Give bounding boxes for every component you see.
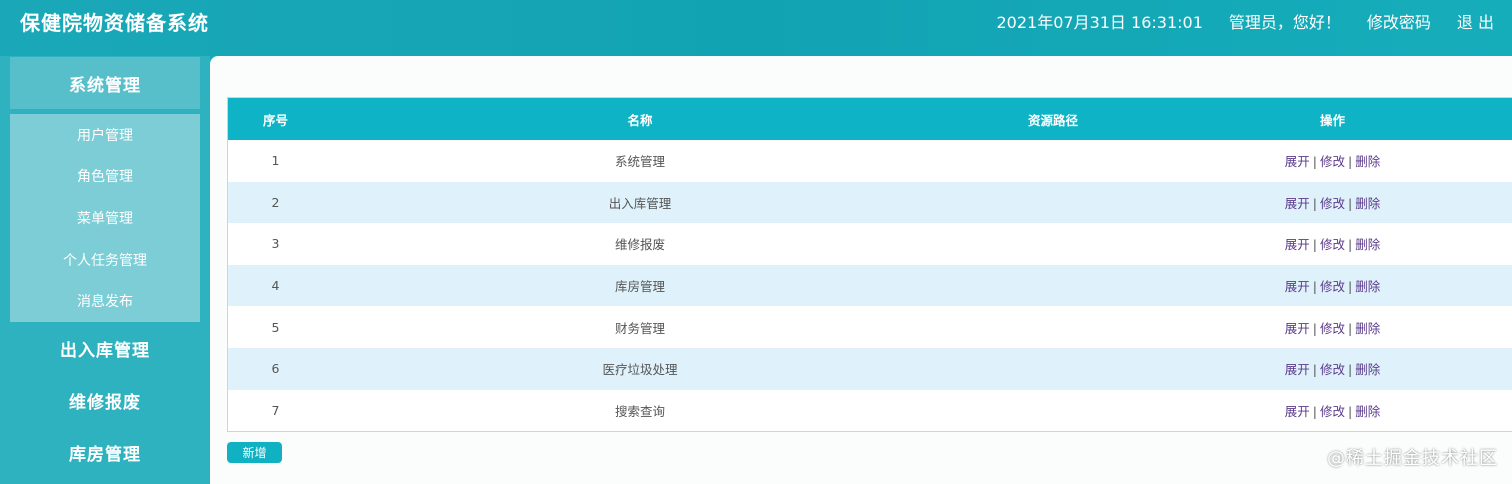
- delete-link[interactable]: 删除: [1355, 237, 1380, 252]
- delete-link[interactable]: 删除: [1355, 404, 1380, 419]
- row-path: [957, 265, 1149, 307]
- sidebar-item-roles[interactable]: 角色管理: [10, 156, 200, 198]
- table-row: 6 医疗垃圾处理 展开 | 修改 | 删除: [228, 347, 1512, 390]
- expand-link[interactable]: 展开: [1285, 362, 1310, 377]
- action-separator: |: [1348, 154, 1353, 170]
- row-name: 系统管理: [614, 154, 665, 170]
- table-row: 7 搜索查询 展开 | 修改 | 删除: [228, 389, 1512, 432]
- column-header-name: 名称: [627, 112, 653, 128]
- table-row: 5 财务管理 展开 | 修改 | 删除: [228, 306, 1512, 348]
- row-name: 医疗垃圾处理: [602, 362, 678, 378]
- row-index: 5: [271, 319, 280, 335]
- row-actions: 展开 | 修改 | 删除: [1149, 265, 1512, 307]
- action-separator: |: [1312, 237, 1317, 253]
- expand-link[interactable]: 展开: [1285, 404, 1310, 419]
- action-separator: |: [1348, 403, 1353, 419]
- action-separator: |: [1312, 279, 1317, 295]
- row-index: 2: [271, 194, 280, 210]
- sidebar-item-users[interactable]: 用户管理: [10, 114, 200, 156]
- header-user-area: 2021年07月31日 16:31:01 管理员，您好！ 修改密码 退 出: [970, 13, 1494, 33]
- add-button[interactable]: 新增: [227, 442, 282, 463]
- row-path: [957, 140, 1149, 182]
- column-header-actions: 操作: [1319, 112, 1345, 128]
- table-row: 1 系统管理 展开 | 修改 | 删除: [228, 140, 1512, 182]
- action-separator: |: [1348, 320, 1353, 336]
- sidebar-group-repair[interactable]: 维修报废: [10, 374, 200, 426]
- row-name: 维修报废: [614, 237, 665, 253]
- menu-table-container: 序号 名称 资源路径 操作 1 系统管理 展开 | 修改 | 删除 2 出入库管…: [227, 97, 1512, 433]
- delete-link[interactable]: 删除: [1355, 362, 1380, 377]
- delete-link[interactable]: 删除: [1355, 196, 1380, 211]
- change-password-link[interactable]: 修改密码: [1367, 13, 1431, 33]
- column-header-path: 资源路径: [1027, 112, 1078, 128]
- edit-link[interactable]: 修改: [1320, 321, 1345, 336]
- edit-link[interactable]: 修改: [1320, 279, 1345, 294]
- action-separator: |: [1348, 237, 1353, 253]
- row-path: [957, 223, 1149, 265]
- row-index: 7: [271, 402, 280, 418]
- row-actions: 展开 | 修改 | 删除: [1149, 223, 1512, 265]
- table-row: 3 维修报废 展开 | 修改 | 删除: [228, 223, 1512, 265]
- sidebar-group-system[interactable]: 系统管理: [10, 57, 200, 109]
- action-separator: |: [1348, 362, 1353, 378]
- edit-link[interactable]: 修改: [1320, 404, 1345, 419]
- table-header-row: 序号 名称 资源路径 操作: [228, 98, 1512, 140]
- delete-link[interactable]: 删除: [1355, 279, 1380, 294]
- sidebar-item-messages[interactable]: 消息发布: [10, 280, 200, 322]
- delete-link[interactable]: 删除: [1355, 321, 1380, 336]
- row-path: [957, 390, 1149, 432]
- row-index: 3: [271, 236, 280, 252]
- edit-link[interactable]: 修改: [1320, 154, 1345, 169]
- sidebar-item-personal-tasks[interactable]: 个人任务管理: [10, 239, 200, 281]
- action-separator: |: [1312, 403, 1317, 419]
- main-area: 序号 名称 资源路径 操作 1 系统管理 展开 | 修改 | 删除 2 出入库管…: [210, 56, 1512, 484]
- table-row: 4 库房管理 展开 | 修改 | 删除: [228, 264, 1512, 307]
- watermark: @稀土掘金技术社区: [1327, 448, 1498, 469]
- content-panel: 序号 名称 资源路径 操作 1 系统管理 展开 | 修改 | 删除 2 出入库管…: [210, 56, 1512, 484]
- app-title: 保健院物资储备系统: [20, 11, 209, 35]
- row-index: 4: [271, 278, 280, 294]
- row-path: [957, 306, 1149, 348]
- row-actions: 展开 | 修改 | 删除: [1149, 140, 1512, 182]
- delete-link[interactable]: 删除: [1355, 154, 1380, 169]
- logout-link[interactable]: 退 出: [1457, 13, 1494, 33]
- action-separator: |: [1312, 320, 1317, 336]
- row-name: 出入库管理: [608, 195, 672, 211]
- row-actions: 展开 | 修改 | 删除: [1149, 390, 1512, 432]
- row-name: 搜索查询: [614, 403, 665, 419]
- sidebar: 系统管理 用户管理 角色管理 菜单管理 个人任务管理 消息发布 出入库管理 维修…: [0, 56, 210, 484]
- row-name: 财务管理: [614, 320, 665, 336]
- row-path: [957, 182, 1149, 224]
- expand-link[interactable]: 展开: [1285, 279, 1310, 294]
- action-separator: |: [1348, 279, 1353, 295]
- row-actions: 展开 | 修改 | 删除: [1149, 306, 1512, 348]
- row-path: [957, 348, 1149, 390]
- row-actions: 展开 | 修改 | 删除: [1149, 182, 1512, 224]
- table-row: 2 出入库管理 展开 | 修改 | 删除: [228, 181, 1512, 224]
- edit-link[interactable]: 修改: [1320, 362, 1345, 377]
- sidebar-submenu-system: 用户管理 角色管理 菜单管理 个人任务管理 消息发布: [10, 114, 200, 322]
- expand-link[interactable]: 展开: [1285, 196, 1310, 211]
- user-greeting: 管理员，您好！: [1228, 13, 1341, 32]
- expand-link[interactable]: 展开: [1285, 237, 1310, 252]
- sidebar-group-warehouse[interactable]: 库房管理: [10, 426, 200, 478]
- row-index: 6: [271, 361, 280, 377]
- expand-link[interactable]: 展开: [1285, 321, 1310, 336]
- action-separator: |: [1312, 362, 1317, 378]
- top-header: 保健院物资储备系统 2021年07月31日 16:31:01 管理员，您好！ 修…: [0, 0, 1512, 56]
- sidebar-group-inout[interactable]: 出入库管理: [10, 322, 200, 374]
- row-actions: 展开 | 修改 | 删除: [1149, 348, 1512, 390]
- expand-link[interactable]: 展开: [1285, 154, 1310, 169]
- row-index: 1: [271, 153, 280, 169]
- action-separator: |: [1348, 195, 1353, 211]
- sidebar-item-menus[interactable]: 菜单管理: [10, 197, 200, 239]
- column-header-index: 序号: [262, 112, 288, 128]
- menu-table: 序号 名称 资源路径 操作 1 系统管理 展开 | 修改 | 删除 2 出入库管…: [228, 98, 1512, 432]
- row-name: 库房管理: [614, 279, 665, 295]
- current-datetime: 2021年07月31日 16:31:01: [996, 13, 1203, 32]
- edit-link[interactable]: 修改: [1320, 237, 1345, 252]
- action-separator: |: [1312, 195, 1317, 211]
- edit-link[interactable]: 修改: [1320, 196, 1345, 211]
- action-separator: |: [1312, 154, 1317, 170]
